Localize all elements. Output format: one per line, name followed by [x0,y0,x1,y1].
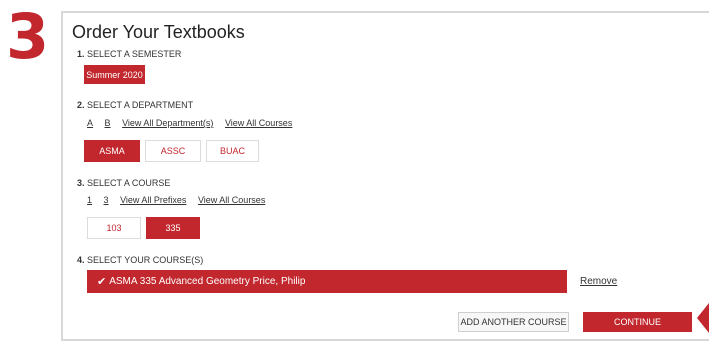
continue-button[interactable]: CONTINUE [583,312,692,332]
department-label: SELECT A DEPARTMENT [87,100,194,110]
checkmark-icon: ✔ [97,276,107,288]
view-all-prefixes-link[interactable]: View All Prefixes [120,195,186,205]
department-option-asma[interactable]: ASMA [84,140,140,162]
semester-step-num: 1. [77,49,85,59]
view-all-courses-link-2[interactable]: View All Courses [198,195,265,205]
view-all-courses-link[interactable]: View All Courses [225,118,292,128]
course-option-335[interactable]: 335 [146,217,200,239]
page-title: Order Your Textbooks [72,22,245,42]
department-option-buac[interactable]: BUAC [206,140,259,162]
department-link-a[interactable]: A [87,118,93,128]
department-step-num: 2. [77,100,85,110]
selected-course-text: ASMA 335 Advanced Geometry Price, Philip [109,276,306,287]
remove-course-link[interactable]: Remove [580,276,617,287]
course-link-1[interactable]: 1 [87,195,92,205]
add-another-course-button[interactable]: ADD ANOTHER COURSE [458,312,569,332]
your-courses-section-label: 4. SELECT YOUR COURSE(S) [77,255,203,265]
pointer-arrow-icon [697,303,709,333]
department-section-label: 2. SELECT A DEPARTMENT [77,100,193,110]
your-courses-step-num: 4. [77,255,85,265]
selected-course-bar: ✔ ASMA 335 Advanced Geometry Price, Phil… [87,270,567,293]
department-option-assc[interactable]: ASSC [145,140,201,162]
view-all-departments-link[interactable]: View All Department(s) [122,118,213,128]
course-option-103[interactable]: 103 [87,217,141,239]
department-filter-links: A B View All Department(s) View All Cour… [87,118,301,128]
course-filter-links: 1 3 View All Prefixes View All Courses [87,195,274,205]
course-label: SELECT A COURSE [87,178,171,188]
semester-section-label: 1. SELECT A SEMESTER [77,49,181,59]
course-link-3[interactable]: 3 [104,195,109,205]
course-step-num: 3. [77,178,85,188]
department-link-b[interactable]: B [105,118,111,128]
your-courses-label: SELECT YOUR COURSE(S) [87,255,204,265]
step-number: 3 [6,0,50,73]
semester-option-summer-2020[interactable]: Summer 2020 [84,65,145,84]
semester-label: SELECT A SEMESTER [87,49,182,59]
course-section-label: 3. SELECT A COURSE [77,178,170,188]
